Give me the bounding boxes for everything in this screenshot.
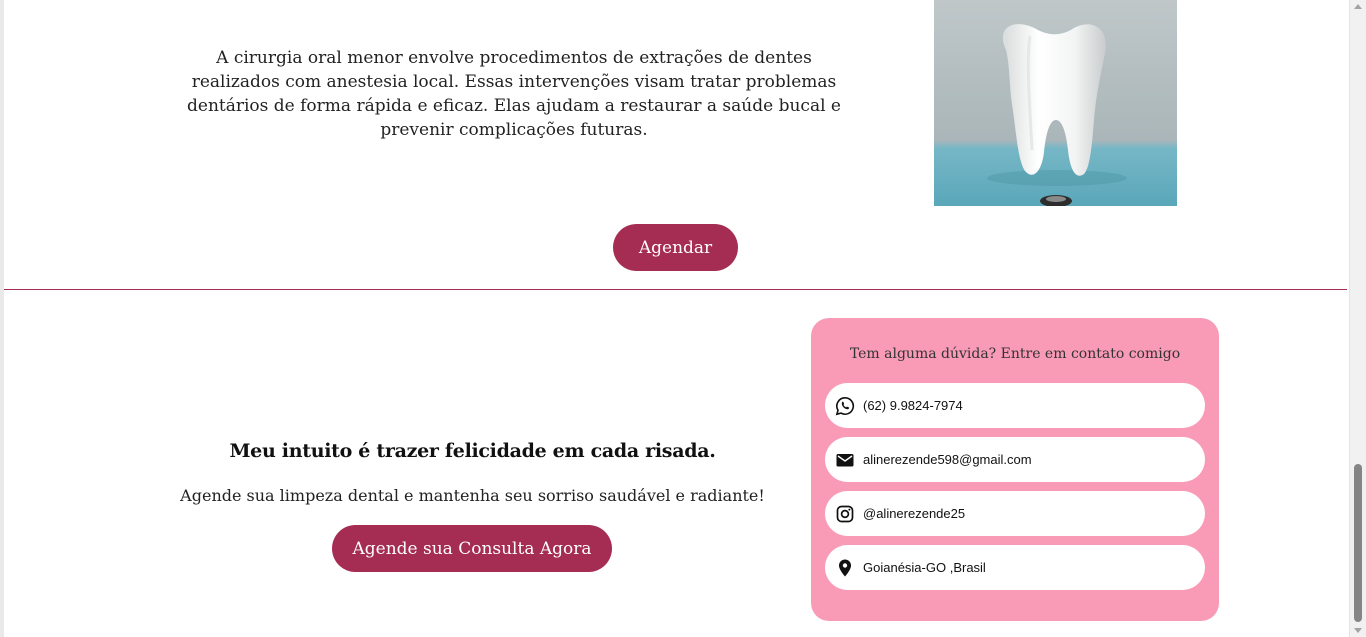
- email-icon: [835, 450, 855, 470]
- scrollbar-thumb[interactable]: [1354, 464, 1362, 622]
- scroll-up-arrow-icon[interactable]: [1354, 4, 1362, 9]
- schedule-button[interactable]: Agendar: [613, 224, 738, 271]
- contact-item-location[interactable]: Goianésia-GO ,Brasil: [825, 545, 1205, 590]
- contact-location-text: Goianésia-GO ,Brasil: [863, 560, 986, 575]
- contact-item-phone[interactable]: (62) 9.9824-7974: [825, 383, 1205, 428]
- contact-email-text: alinerezende598@gmail.com: [863, 452, 1032, 467]
- cta-tagline: Meu intuito é trazer felicidade em cada …: [229, 440, 716, 462]
- page-left-edge: [0, 0, 4, 637]
- scroll-down-arrow-icon[interactable]: [1354, 628, 1362, 633]
- contact-item-email[interactable]: alinerezende598@gmail.com: [825, 437, 1205, 482]
- page-scrollbar[interactable]: [1349, 0, 1366, 637]
- section-divider: [4, 289, 1347, 290]
- contact-card: Tem alguma dúvida? Entre em contato comi…: [811, 318, 1219, 621]
- contact-instagram-text: @alinerezende25: [863, 506, 966, 521]
- contact-item-instagram[interactable]: @alinerezende25: [825, 491, 1205, 536]
- instagram-icon: [835, 504, 855, 524]
- location-pin-icon: [835, 558, 855, 578]
- whatsapp-icon: [835, 396, 855, 416]
- contact-title: Tem alguma dúvida? Entre em contato comi…: [849, 346, 1181, 362]
- tooth-model-image: [934, 0, 1177, 206]
- service-description: A cirurgia oral menor envolve procedimen…: [187, 48, 841, 140]
- contact-phone-text: (62) 9.9824-7974: [863, 398, 963, 413]
- book-appointment-button[interactable]: Agende sua Consulta Agora: [332, 525, 612, 572]
- page: A cirurgia oral menor envolve procedimen…: [0, 0, 1366, 637]
- cta-subtext: Agende sua limpeza dental e mantenha seu…: [180, 486, 765, 505]
